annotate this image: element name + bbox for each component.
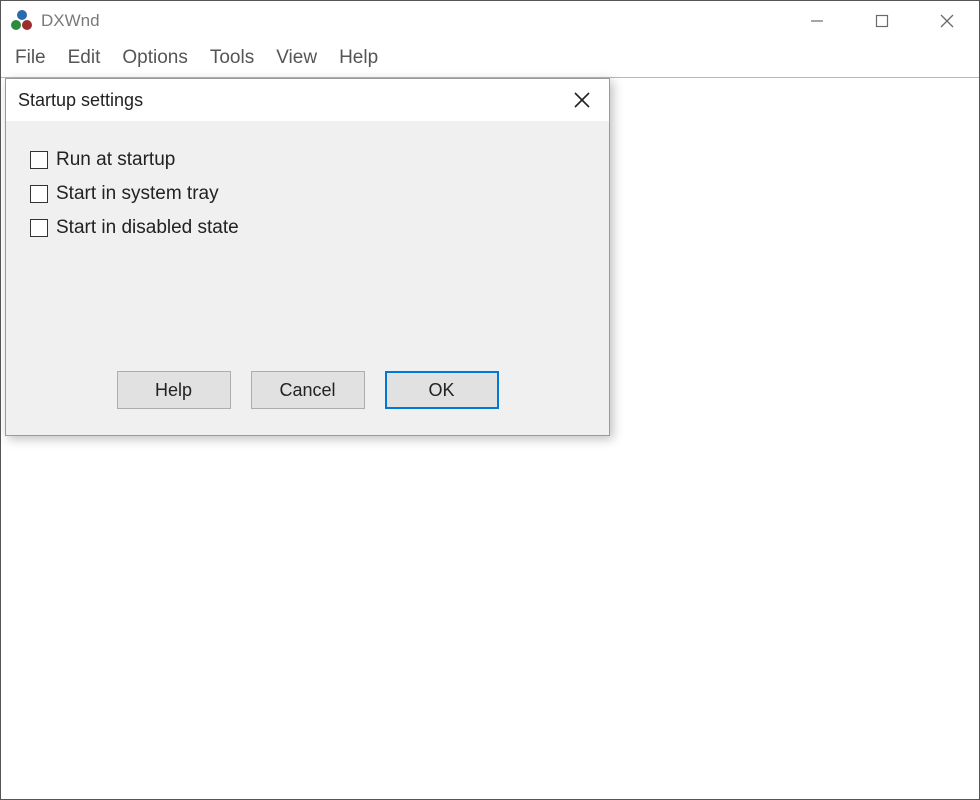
dialog-button-row: Help Cancel OK <box>30 351 585 423</box>
menu-file[interactable]: File <box>15 47 46 69</box>
menu-tools[interactable]: Tools <box>210 47 254 69</box>
dialog-title: Startup settings <box>18 90 561 111</box>
close-icon <box>574 92 590 108</box>
workarea: Startup settings Run at startup Start in… <box>1 78 979 794</box>
close-icon <box>940 14 954 28</box>
dialog-titlebar[interactable]: Startup settings <box>6 79 609 121</box>
menu-edit[interactable]: Edit <box>68 47 101 69</box>
menu-help[interactable]: Help <box>339 47 378 69</box>
app-icon <box>11 10 33 32</box>
main-titlebar: DXWnd <box>1 1 979 41</box>
help-button[interactable]: Help <box>117 371 231 409</box>
checkbox-icon[interactable] <box>30 219 48 237</box>
close-button[interactable] <box>914 1 979 41</box>
checkbox-label: Run at startup <box>56 149 175 171</box>
checkbox-start-in-disabled-state[interactable]: Start in disabled state <box>30 217 585 239</box>
dialog-close-button[interactable] <box>561 79 603 121</box>
checkbox-start-in-system-tray[interactable]: Start in system tray <box>30 183 585 205</box>
ok-button[interactable]: OK <box>385 371 499 409</box>
menu-view[interactable]: View <box>276 47 317 69</box>
checkbox-icon[interactable] <box>30 185 48 203</box>
dialog-body: Run at startup Start in system tray Star… <box>6 121 609 435</box>
checkbox-icon[interactable] <box>30 151 48 169</box>
menubar: File Edit Options Tools View Help <box>1 41 979 78</box>
maximize-icon <box>875 14 889 28</box>
minimize-button[interactable] <box>784 1 849 41</box>
window-controls <box>784 1 979 41</box>
checkbox-run-at-startup[interactable]: Run at startup <box>30 149 585 171</box>
menu-options[interactable]: Options <box>122 47 187 69</box>
minimize-icon <box>810 14 824 28</box>
checkbox-label: Start in system tray <box>56 183 219 205</box>
startup-settings-dialog: Startup settings Run at startup Start in… <box>5 78 610 436</box>
window-title: DXWnd <box>41 11 100 31</box>
maximize-button[interactable] <box>849 1 914 41</box>
checkbox-label: Start in disabled state <box>56 217 239 239</box>
cancel-button[interactable]: Cancel <box>251 371 365 409</box>
